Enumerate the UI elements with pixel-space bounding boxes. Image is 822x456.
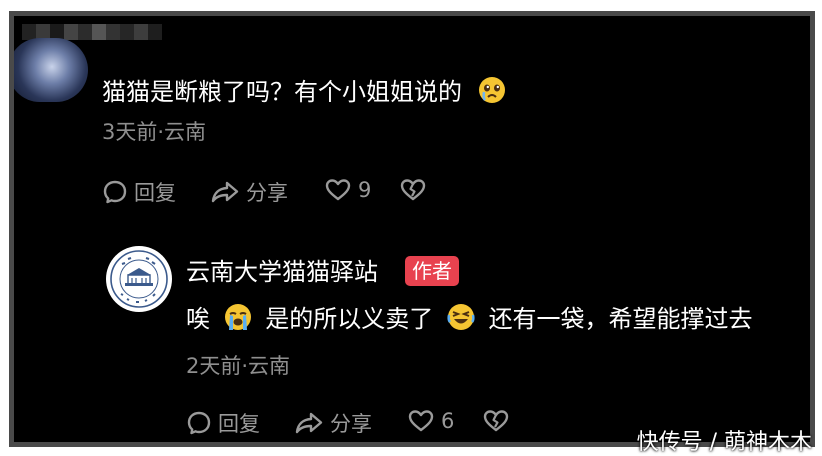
reply-bubble-icon [187,411,211,435]
reply-text-part-3: 还有一袋，希望能撑过去 [488,305,753,333]
share-label: 分享 [246,181,288,205]
share-arrow-icon [295,412,323,434]
reply-like-button[interactable]: 6 [407,408,454,434]
like-count: 9 [358,178,372,202]
comment-like-button[interactable]: 9 [324,177,371,203]
reply-bubble-icon [103,180,127,204]
share-arrow-icon [211,181,239,203]
comment-reply-button[interactable]: 回复 [102,177,176,207]
author-badge: 作者 [405,256,459,286]
like-count: 6 [441,409,455,433]
author-avatar[interactable] [106,246,172,312]
reply-label: 回复 [134,181,176,205]
source-watermark: 快传号 / 萌神木木 [636,430,812,455]
comment-thread-panel: 猫猫是断粮了吗？有个小姐姐说的 3天前·云南 回复 分享 9 云南大学猫猫驿站 … [9,11,815,447]
rolling-laughing-face-icon [447,303,475,337]
university-seal-icon [110,250,168,308]
loudly-crying-face-icon [224,303,252,337]
comment-share-button[interactable]: 分享 [210,177,288,207]
commenter-avatar[interactable] [14,38,88,102]
reply-reply-button[interactable]: 回复 [186,408,260,438]
heart-icon [408,410,434,432]
comment-text: 猫猫是断粮了吗？有个小姐姐说的 [102,78,462,106]
share-label: 分享 [330,412,372,436]
reply-label: 回复 [218,412,260,436]
broken-heart-icon [400,179,426,201]
reply-author-name[interactable]: 云南大学猫猫驿站 [186,252,378,287]
crying-face-icon [478,76,506,110]
reply-text-part-2: 是的所以义卖了 [265,305,434,333]
reply-dislike-button[interactable] [482,408,516,434]
reply-meta: 2天前·云南 [186,354,291,378]
reply-text-part-1: 唉 [186,305,210,333]
reply-share-button[interactable]: 分享 [294,408,372,438]
comment-dislike-button[interactable] [399,177,433,203]
reply-text-line: 唉 是的所以义卖了 还有一袋，希望能撑过去 [186,299,753,337]
comment-text-line: 猫猫是断粮了吗？有个小姐姐说的 [102,72,506,110]
broken-heart-icon [483,410,509,432]
heart-icon [325,179,351,201]
comment-meta: 3天前·云南 [102,120,207,144]
